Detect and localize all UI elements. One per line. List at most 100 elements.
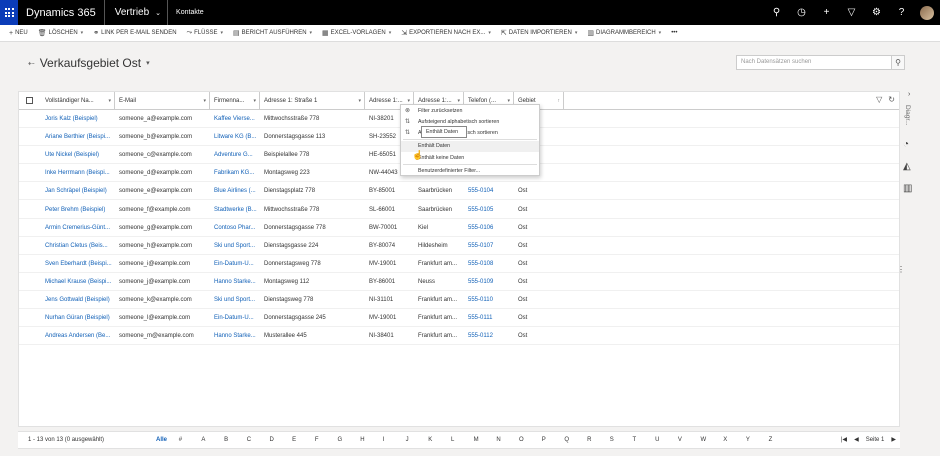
letter-filter-10[interactable]: I	[383, 437, 406, 443]
cell-col-2[interactable]: Hanno Starke...	[214, 273, 258, 291]
area-switcher[interactable]: Vertrieb ⌄	[105, 0, 169, 25]
menu-item-0[interactable]: ⊗ Filter zurücksetzen	[401, 106, 539, 117]
menu-item-5[interactable]: Benutzerdefinierter Filter...	[401, 166, 539, 177]
collapse-icon[interactable]: ›	[908, 91, 910, 98]
view-selector[interactable]: Verkaufsgebiet Ost	[40, 56, 141, 70]
table-row[interactable]: Michael Krause (Beispi... someone_j@examp…	[19, 273, 899, 291]
more-vertical-icon[interactable]: ⋮	[897, 265, 905, 274]
letter-filter-21[interactable]: T	[632, 437, 655, 443]
cell-col-6[interactable]: 555-0112	[468, 327, 512, 345]
cell-col-0[interactable]: Michael Krause (Beispi...	[45, 273, 113, 291]
cell-col-0[interactable]: Sven Eberhardt (Beispi...	[45, 255, 113, 273]
letter-filter-2[interactable]: A	[201, 437, 224, 443]
delete-button[interactable]: 🗑 LÖSCHEN ▾	[33, 29, 88, 37]
letter-filter-22[interactable]: U	[655, 437, 678, 443]
help-icon[interactable]: ?	[889, 7, 914, 18]
letter-filter-9[interactable]: H	[360, 437, 383, 443]
cell-col-6[interactable]: 555-0107	[468, 237, 512, 255]
cell-col-2[interactable]: Ein-Datum-U...	[214, 255, 258, 273]
brand-name[interactable]: Dynamics 365	[18, 0, 105, 25]
import-data-button[interactable]: ⇱ DATEN IMPORTIEREN ▾	[496, 29, 583, 37]
table-row[interactable]: Nurhan Güran (Beispiel) someone_l@example…	[19, 309, 899, 328]
new-button[interactable]: + NEU	[4, 30, 33, 37]
cell-col-2[interactable]: Ski und Sport...	[214, 237, 258, 255]
cell-col-0[interactable]: Joris Kalz (Beispiel)	[45, 110, 113, 128]
previous-page-icon[interactable]: ◀	[854, 436, 859, 443]
filter-icon[interactable]: ▽	[876, 95, 882, 104]
next-page-icon[interactable]: ▶	[891, 436, 896, 443]
cell-col-6[interactable]: 555-0108	[468, 255, 512, 273]
table-row[interactable]: Andreas Andersen (Be... someone_m@example…	[19, 327, 899, 346]
cell-col-6[interactable]: 555-0109	[468, 273, 512, 291]
letter-filter-6[interactable]: E	[292, 437, 315, 443]
flows-button[interactable]: ⤳ FLÜSSE ▾	[182, 29, 228, 37]
letter-filter-1[interactable]: #	[179, 437, 202, 443]
column-header-1[interactable]: E-Mail ▾	[115, 92, 210, 110]
cell-col-6[interactable]: 555-0106	[468, 219, 512, 237]
cell-col-6[interactable]: 555-0104	[468, 182, 512, 200]
letter-filter-20[interactable]: S	[610, 437, 633, 443]
cell-col-0[interactable]: Andreas Andersen (Be...	[45, 327, 113, 345]
cell-col-2[interactable]: Adventure G...	[214, 146, 258, 164]
cell-col-0[interactable]: Inke Herrmann (Beispi...	[45, 164, 113, 182]
cell-col-0[interactable]: Jan Schräpel (Beispiel)	[45, 182, 113, 200]
cell-col-2[interactable]: Kaffee Vierse...	[214, 110, 258, 128]
search-icon[interactable]: ⚲	[891, 55, 905, 70]
cell-col-0[interactable]: Ariane Berthier (Beispi...	[45, 128, 113, 146]
chart-area-icon[interactable]: ◭	[903, 161, 911, 172]
cell-col-6[interactable]: 555-0110	[468, 291, 512, 309]
letter-filter-26[interactable]: Y	[746, 437, 769, 443]
cell-col-2[interactable]: Stadtwerke (B...	[214, 201, 258, 219]
cell-col-0[interactable]: Ute Nickel (Beispiel)	[45, 146, 113, 164]
letter-filter-11[interactable]: J	[406, 437, 429, 443]
letter-filter-25[interactable]: X	[723, 437, 746, 443]
column-header-3[interactable]: Adresse 1: Straße 1 ▾	[260, 92, 365, 110]
cell-col-0[interactable]: Christian Cletus (Beis...	[45, 237, 113, 255]
letter-filter-23[interactable]: V	[678, 437, 701, 443]
letter-filter-14[interactable]: M	[474, 437, 497, 443]
export-excel-button[interactable]: ⇲ EXPORTIEREN NACH EX... ▾	[396, 29, 496, 37]
letter-filter-5[interactable]: D	[269, 437, 292, 443]
cell-col-2[interactable]: Blue Airlines (...	[214, 182, 258, 200]
table-row[interactable]: Jens Gottwald (Beispiel) someone_k@exampl…	[19, 291, 899, 309]
letter-filter-13[interactable]: L	[451, 437, 474, 443]
letter-filter-3[interactable]: B	[224, 437, 247, 443]
letter-filter-8[interactable]: G	[338, 437, 361, 443]
letter-filter-24[interactable]: W	[701, 437, 724, 443]
filter-icon[interactable]: ▽	[839, 7, 864, 18]
letter-filter-all[interactable]: Alle	[156, 437, 179, 443]
letter-filter-17[interactable]: P	[542, 437, 565, 443]
cell-col-2[interactable]: Litware KG (B...	[214, 128, 258, 146]
cell-col-6[interactable]: 555-0105	[468, 201, 512, 219]
letter-filter-15[interactable]: N	[496, 437, 519, 443]
letter-filter-16[interactable]: O	[519, 437, 542, 443]
chart-bar-icon[interactable]: ▥	[903, 183, 912, 194]
select-all-checkbox[interactable]	[26, 97, 33, 104]
first-page-icon[interactable]: |◀	[841, 436, 847, 443]
letter-filter-27[interactable]: Z	[769, 437, 792, 443]
table-row[interactable]: Jan Schräpel (Beispiel) someone_e@example…	[19, 182, 899, 201]
user-avatar[interactable]	[920, 5, 934, 20]
search-input[interactable]: Nach Datensätzen suchen	[736, 55, 893, 70]
add-icon[interactable]: +	[814, 7, 839, 18]
chart-pie-icon[interactable]: ◔	[903, 139, 909, 150]
gear-icon[interactable]: ⚙	[864, 7, 889, 18]
cell-col-0[interactable]: Jens Gottwald (Beispiel)	[45, 291, 113, 309]
cell-col-6[interactable]: 555-0111	[468, 309, 512, 327]
letter-filter-4[interactable]: C	[247, 437, 270, 443]
column-header-2[interactable]: Firmenna... ▾	[210, 92, 260, 110]
cell-col-0[interactable]: Armin Cremerius-Günt...	[45, 219, 113, 237]
history-icon[interactable]: ◷	[789, 7, 814, 18]
breadcrumb[interactable]: Kontakte	[168, 9, 204, 16]
cell-col-2[interactable]: Contoso Phar...	[214, 219, 258, 237]
run-report-button[interactable]: ▤ BERICHT AUSFÜHREN ▾	[228, 29, 317, 37]
cell-col-0[interactable]: Nurhan Güran (Beispiel)	[45, 309, 113, 327]
app-launcher-icon[interactable]	[0, 0, 18, 25]
search-icon[interactable]: ⚲	[764, 7, 789, 18]
letter-filter-18[interactable]: Q	[564, 437, 587, 443]
cell-col-2[interactable]: Hanno Starke...	[214, 327, 258, 345]
email-link-button[interactable]: ⚭ LINK PER E-MAIL SENDEN	[88, 29, 181, 37]
table-row[interactable]: Peter Brehm (Beispiel) someone_f@example.…	[19, 201, 899, 219]
chart-pane-button[interactable]: ▥ DIAGRAMMBEREICH ▾	[582, 29, 666, 37]
cell-col-2[interactable]: Ein-Datum-U...	[214, 309, 258, 327]
